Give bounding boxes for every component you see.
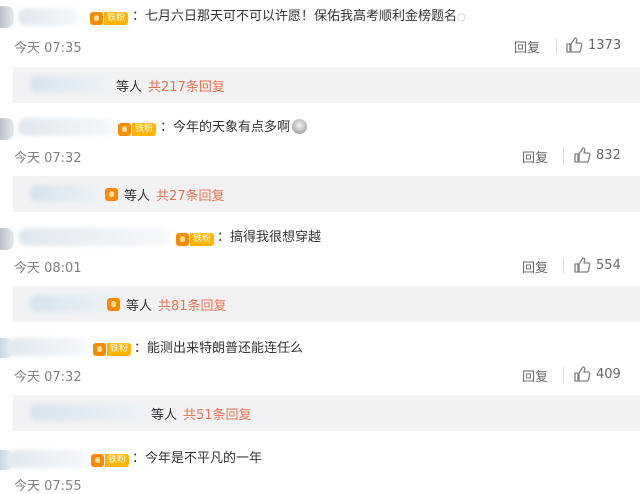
fan-badge-icon: [107, 297, 120, 311]
comment-text: ：搞得我很想穿越: [217, 230, 322, 245]
comment-text: ：能测出来特朗普还能连任么: [134, 341, 304, 356]
username[interactable]: [18, 118, 116, 136]
replier-name: [29, 295, 119, 312]
like-button[interactable]: 1373: [565, 36, 621, 54]
avatar[interactable]: [0, 228, 14, 250]
thumbs-up-icon: [574, 257, 591, 273]
reply-button[interactable]: 回复: [522, 147, 548, 166]
username[interactable]: [8, 338, 90, 356]
username[interactable]: [18, 8, 80, 26]
comment-item: 铁粉 ：能测出来特朗普还能连任么 今天 07:32 回复 409 等人 共51条…: [0, 328, 640, 440]
replier-name: [29, 76, 109, 93]
fan-badge: [105, 187, 119, 201]
comment-time: 今天 07:32: [14, 151, 82, 166]
divider: [563, 258, 564, 274]
comment-time: 今天 07:55: [14, 479, 82, 494]
divider: [563, 367, 564, 383]
fan-badge: 铁粉: [90, 11, 129, 25]
avatar[interactable]: [0, 118, 14, 140]
others-label: 等人: [124, 189, 151, 204]
avatar[interactable]: [0, 6, 14, 28]
comment-item: 铁粉 ：今年的天象有点多啊 今天 07:32 回复 832 等人 共27条回复: [0, 110, 640, 220]
reply-button[interactable]: 回复: [514, 37, 540, 56]
fan-badge-icon: [105, 187, 118, 201]
comment-item: 铁粉 ：搞得我很想穿越 今天 08:01 回复 554 等人 共81条回复: [0, 220, 640, 328]
like-count: 832: [596, 147, 621, 163]
sub-replies-box[interactable]: 等人 共27条回复: [13, 176, 640, 212]
comment-text: ：今年的天象有点多啊: [160, 119, 308, 137]
fan-badge: 铁粉: [118, 122, 157, 136]
username[interactable]: [8, 450, 90, 468]
fan-badge-icon: [90, 11, 103, 25]
fan-badge: 铁粉: [91, 453, 130, 467]
replier-name: [29, 185, 105, 202]
like-button[interactable]: 554: [573, 256, 621, 274]
replier-name: [29, 404, 147, 421]
divider: [563, 148, 564, 164]
comment-time: 今天 07:32: [14, 370, 82, 385]
like-count: 554: [596, 257, 621, 273]
comment-item: 铁粉 ：今年是不平凡的一年 今天 07:55: [0, 440, 640, 494]
reply-count-link[interactable]: 共81条回复: [158, 295, 227, 314]
reply-count-link[interactable]: 共27条回复: [156, 185, 225, 204]
doge-emoji-icon: [292, 119, 308, 134]
reply-button[interactable]: 回复: [522, 366, 548, 385]
thumbs-up-icon: [574, 147, 591, 163]
sub-replies-box[interactable]: 等人 共51条回复: [13, 395, 640, 431]
sub-replies-box[interactable]: 等人 共217条回复: [13, 67, 640, 103]
sub-replies-box[interactable]: 等人 共81条回复: [13, 286, 640, 322]
reply-button[interactable]: 回复: [522, 257, 548, 276]
fan-badge-icon: [176, 232, 189, 246]
username[interactable]: [18, 228, 173, 246]
fan-badge-icon: [91, 453, 104, 467]
trailing-mark: ○: [457, 12, 466, 23]
thumbs-up-icon: [566, 37, 583, 53]
others-label: 等人: [126, 299, 153, 314]
comment-time: 今天 08:01: [14, 261, 82, 276]
comment-text: ：七月六日那天可不可以许愿！保佑我高考顺利金榜题名○: [132, 9, 466, 24]
like-count: 409: [596, 366, 621, 382]
thumbs-up-icon: [574, 366, 591, 382]
comment-time: 今天 07:35: [14, 41, 82, 56]
divider: [556, 38, 557, 54]
reply-count-link[interactable]: 共217条回复: [148, 76, 225, 95]
fan-badge: 铁粉: [93, 342, 132, 356]
like-count: 1373: [588, 37, 622, 53]
fan-badge: 铁粉: [176, 232, 215, 246]
comment-text: ：今年是不平凡的一年: [132, 451, 263, 466]
reply-count-link[interactable]: 共51条回复: [183, 404, 252, 423]
others-label: 等人: [151, 408, 178, 423]
fan-badge-icon: [118, 122, 131, 136]
others-label: 等人: [116, 80, 143, 95]
fan-badge: [107, 297, 121, 311]
fan-badge-icon: [93, 342, 106, 356]
like-button[interactable]: 832: [573, 146, 621, 164]
like-button[interactable]: 409: [573, 365, 621, 383]
comment-item: 铁粉 ：七月六日那天可不可以许愿！保佑我高考顺利金榜题名○ 今天 07:35 回…: [0, 0, 640, 110]
